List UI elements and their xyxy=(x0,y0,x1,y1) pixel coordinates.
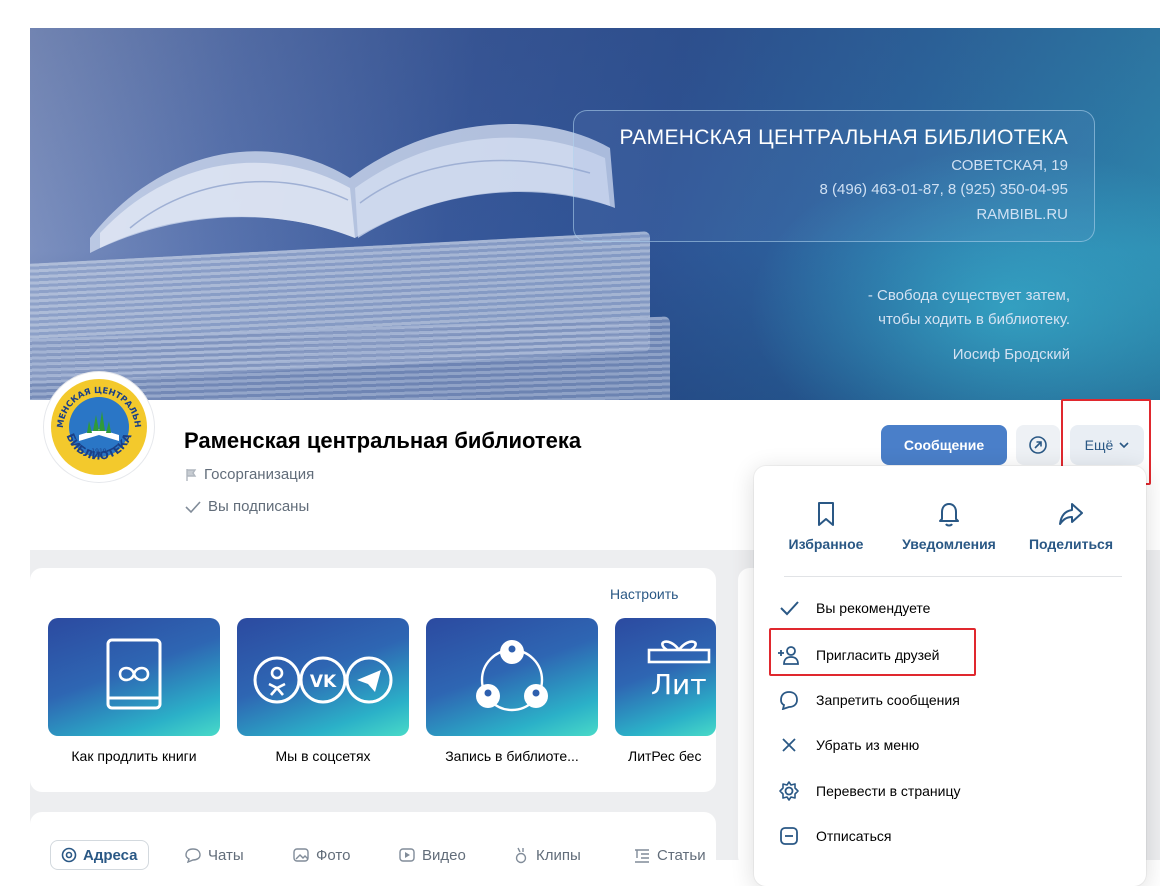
library-logo-icon: РАМЕНСКАЯ ЦЕНТРАЛЬНАЯ БИБЛИОТЕКА 1919 xyxy=(49,377,147,475)
menu-item-convert-to-page-label: Перевести в страницу xyxy=(816,783,961,799)
tile-label-social: Мы в соцсетях xyxy=(275,748,371,764)
tab-chats-label: Чаты xyxy=(208,846,244,864)
link-tile-litres[interactable]: Лит xyxy=(615,618,716,736)
group-type: Госорганизация xyxy=(184,466,314,483)
share-icon xyxy=(1059,503,1083,525)
link-tile-signup[interactable] xyxy=(426,618,598,736)
chat-icon xyxy=(185,848,201,863)
link-tile-renew-books[interactable] xyxy=(48,618,220,736)
svg-text:VK: VK xyxy=(310,672,337,692)
share-action[interactable]: Поделиться xyxy=(1016,500,1126,552)
tile-label-litres: ЛитРес бес xyxy=(628,748,702,764)
menu-item-recommend[interactable]: Вы рекомендуете xyxy=(776,593,930,623)
subscription-status[interactable]: Вы подписаны xyxy=(184,498,309,515)
screenshot-frame: РАМЕНСКАЯ ЦЕНТРАЛЬНАЯ БИБЛИОТЕКА СОВЕТСК… xyxy=(0,0,1160,886)
book-infinity-icon xyxy=(106,638,162,710)
svg-text:1919: 1919 xyxy=(91,448,106,455)
tab-addresses[interactable]: Адреса xyxy=(50,840,149,870)
cover-site: RAMBIBL.RU xyxy=(976,206,1068,223)
avatar[interactable]: РАМЕНСКАЯ ЦЕНТРАЛЬНАЯ БИБЛИОТЕКА 1919 xyxy=(44,372,154,482)
cover-quote-line2: чтобы ходить в библиотеку. xyxy=(878,311,1070,328)
tab-clips-label: Клипы xyxy=(536,846,581,864)
tab-chats[interactable]: Чаты xyxy=(184,840,244,870)
menu-item-unsubscribe-label: Отписаться xyxy=(816,828,892,844)
tab-articles[interactable]: Статьи xyxy=(633,840,706,870)
share-label: Поделиться xyxy=(1028,536,1114,552)
menu-divider xyxy=(784,576,1122,577)
customize-link[interactable]: Настроить xyxy=(610,586,678,602)
social-networks-icon: VK xyxy=(253,656,393,704)
menu-item-block-messages[interactable]: Запретить сообщения xyxy=(776,685,960,715)
tab-photos-label: Фото xyxy=(316,846,351,864)
people-network-icon xyxy=(476,640,548,712)
cover-quote-author: Иосиф Бродский xyxy=(952,346,1070,363)
gear-icon xyxy=(779,781,799,801)
group-type-label: Госорганизация xyxy=(204,466,315,483)
chat-bubble-icon xyxy=(780,691,798,710)
favorites-label: Избранное xyxy=(788,536,864,552)
tab-articles-label: Статьи xyxy=(657,846,706,864)
highlight-invite-friends xyxy=(769,628,976,676)
subscription-status-label: Вы подписаны xyxy=(208,498,310,515)
menu-item-convert-to-page[interactable]: Перевести в страницу xyxy=(776,776,961,806)
menu-item-remove-from-menu-label: Убрать из меню xyxy=(816,737,920,753)
page-title: Раменская центральная библиотека xyxy=(184,428,582,453)
tab-videos-label: Видео xyxy=(422,846,466,864)
close-icon xyxy=(782,738,796,752)
notifications-action[interactable]: Уведомления xyxy=(894,500,1004,552)
tile-label-renew-books: Как продлить книги xyxy=(71,748,197,764)
menu-item-remove-from-menu[interactable]: Убрать из меню xyxy=(776,730,919,760)
go-to-button[interactable] xyxy=(1016,425,1060,465)
check-icon xyxy=(185,500,201,513)
litres-tile-text: Лит xyxy=(651,668,707,701)
cover-quote-line1: - Свобода существует затем, xyxy=(867,287,1070,304)
favorites-action[interactable]: Избранное xyxy=(771,500,881,552)
check-icon xyxy=(780,601,799,616)
minus-square-icon xyxy=(780,827,798,845)
video-icon xyxy=(399,848,415,862)
tab-addresses-label: Адреса xyxy=(83,846,138,864)
menu-item-unsubscribe[interactable]: Отписаться xyxy=(776,821,891,851)
menu-item-block-messages-label: Запретить сообщения xyxy=(816,692,960,708)
bookmark-icon xyxy=(818,502,834,526)
clips-icon xyxy=(515,847,527,864)
flag-icon xyxy=(186,468,197,481)
notifications-label: Уведомления xyxy=(902,536,996,552)
cover-phones: 8 (496) 463-01-87, 8 (925) 350-04-95 xyxy=(819,181,1069,198)
photo-icon xyxy=(293,848,309,862)
tab-photos[interactable]: Фото xyxy=(292,840,350,870)
tile-label-signup: Запись в библиоте... xyxy=(445,748,579,764)
tab-videos[interactable]: Видео xyxy=(398,840,466,870)
bell-icon xyxy=(939,503,959,527)
cover-title: РАМЕНСКАЯ ЦЕНТРАЛЬНАЯ БИБЛИОТЕКА xyxy=(619,126,1068,149)
menu-item-recommend-label: Вы рекомендуете xyxy=(816,600,931,616)
cover-image: РАМЕНСКАЯ ЦЕНТРАЛЬНАЯ БИБЛИОТЕКА СОВЕТСК… xyxy=(30,28,1160,400)
open-book-image xyxy=(90,124,615,253)
articles-icon xyxy=(635,849,649,863)
message-button[interactable]: Сообщение xyxy=(881,425,1007,465)
link-tile-social[interactable]: VK xyxy=(237,618,409,736)
tab-clips[interactable]: Клипы xyxy=(512,840,581,870)
location-icon xyxy=(61,847,77,863)
cover-address: СОВЕТСКАЯ, 19 xyxy=(951,157,1068,174)
arrow-circle-icon xyxy=(1029,436,1047,454)
